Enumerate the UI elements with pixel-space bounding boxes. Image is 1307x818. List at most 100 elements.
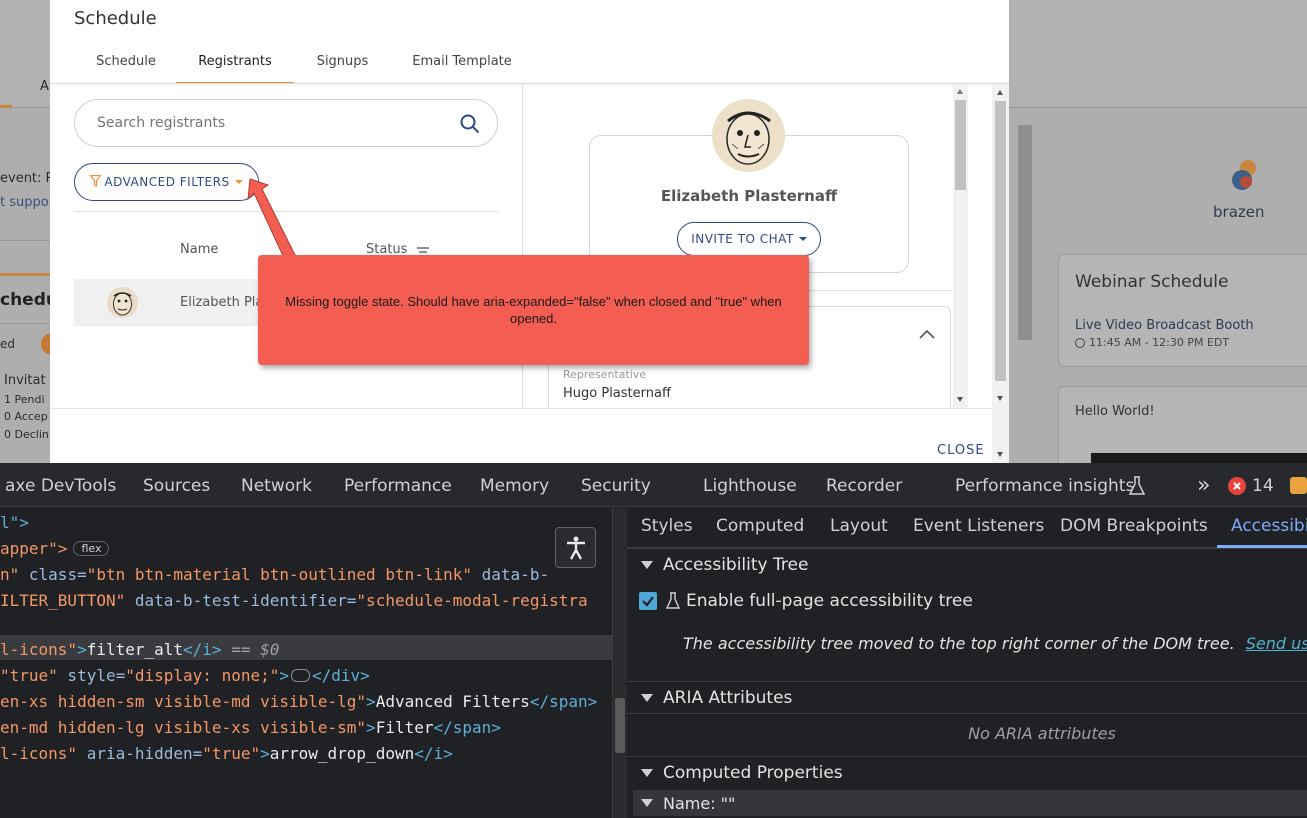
tab-email-template[interactable]: Email Template [404, 54, 520, 84]
accessibility-toggle-button[interactable] [555, 527, 596, 568]
tree-note-text: The accessibility tree moved to the top … [683, 634, 1235, 653]
rep-label: Representative [563, 368, 647, 381]
card-time-row: 11:45 AM - 12:30 PM EDT [1075, 336, 1229, 349]
tab-styles[interactable]: Styles [641, 516, 693, 536]
divider [0, 240, 50, 241]
code-line[interactable]: "true" style="display: none;"> </div> [0, 666, 370, 685]
flask-icon [665, 592, 681, 615]
code-line[interactable]: l"> [0, 513, 29, 532]
chevron-up-icon[interactable] [919, 326, 935, 344]
section-aria-attributes[interactable]: ARIA Attributes [627, 681, 1307, 713]
rep-name: Hugo Plasternaff [563, 386, 671, 401]
modal-title: Schedule [74, 8, 157, 29]
code-line[interactable]: en-xs hidden-sm visible-md visible-lg">A… [0, 692, 597, 711]
warning-icon[interactable] [1290, 477, 1307, 494]
close-button[interactable]: CLOSE [937, 443, 985, 458]
code-line-selected[interactable]: l-icons">filter_alt</i> == $0 [0, 640, 279, 659]
scroll-down-arrow-icon[interactable] [957, 397, 963, 402]
column-header-name[interactable]: Name [180, 242, 218, 257]
advanced-filters-label: ADVANCED FILTERS [104, 175, 230, 189]
accessibility-icon [565, 536, 587, 565]
triangle-down-icon [641, 799, 653, 807]
panel-scrollbar[interactable] [953, 84, 968, 408]
checkbox-label[interactable]: Enable full-page accessibility tree [686, 591, 973, 611]
tab-label: Schedule [96, 54, 156, 69]
tab-performance[interactable]: Performance [344, 476, 452, 496]
search-input[interactable] [97, 112, 437, 134]
video-thumbnail [1091, 453, 1307, 463]
ellipsis-icon[interactable] [291, 669, 310, 682]
row-name: Elizabeth Pla [180, 295, 264, 310]
backdrop-accent [0, 273, 50, 276]
code-line[interactable]: ILTER_BUTTON" data-b-test-identifier="sc… [0, 591, 588, 610]
tab-axe-devtools[interactable]: axe DevTools [5, 476, 116, 496]
backdrop-text: A [40, 79, 49, 94]
tab-label: Email Template [412, 54, 512, 69]
tab-computed[interactable]: Computed [716, 516, 804, 536]
tab-label: Signups [316, 54, 369, 69]
section-heading: Computed Properties [663, 762, 843, 783]
invite-to-chat-button[interactable]: INVITE TO CHAT [677, 222, 821, 256]
callout-text: Missing toggle state. Should have aria-e… [285, 294, 782, 326]
section-heading: ARIA Attributes [663, 687, 793, 708]
modal-scrollbar[interactable] [992, 84, 1009, 463]
flex-badge[interactable]: flex [73, 541, 110, 556]
profile-avatar [712, 99, 785, 172]
tab-recorder[interactable]: Recorder [826, 476, 902, 496]
backdrop-text: event: R [0, 171, 55, 186]
scroll-up-arrow-icon[interactable] [997, 90, 1003, 95]
tab-schedule[interactable]: Schedule [80, 54, 172, 84]
no-aria-text: No ARIA attributes [968, 724, 1116, 743]
triangle-down-icon [641, 560, 653, 569]
error-count[interactable]: 14 [1252, 476, 1274, 496]
scroll-down-arrow-icon[interactable] [997, 452, 1003, 457]
scrollbar-thumb[interactable] [995, 101, 1006, 381]
section-accessibility-tree[interactable]: Accessibility Tree [627, 548, 1307, 580]
code-line[interactable]: l-icons" aria-hidden="true">arrow_drop_d… [0, 744, 453, 763]
backdrop-scrollbar [1018, 125, 1032, 340]
tab-sources[interactable]: Sources [143, 476, 210, 496]
tab-event-listeners[interactable]: Event Listeners [913, 516, 1044, 536]
advanced-filters-button[interactable]: ADVANCED FILTERS [74, 163, 259, 201]
tab-memory[interactable]: Memory [480, 476, 549, 496]
feedback-link[interactable]: Send us you [1246, 634, 1307, 653]
code-line[interactable]: en-md hidden-lg visible-xs visible-sm">F… [0, 718, 501, 737]
backdrop-text: 1 Pendi [4, 393, 45, 406]
tab-accessibility[interactable]: Accessibil [1231, 516, 1307, 536]
tab-registrants[interactable]: Registrants [176, 54, 294, 84]
search-icon[interactable] [459, 113, 481, 140]
scrollbar-thumb[interactable] [955, 100, 966, 190]
backdrop-text: Invitat [4, 373, 46, 388]
backdrop-link: t suppor [0, 195, 55, 210]
computed-name: Name: "" [663, 793, 736, 813]
section-computed-properties[interactable]: Computed Properties [627, 756, 1307, 788]
scrollbar-thumb[interactable] [615, 698, 625, 753]
footer-divider [50, 408, 992, 409]
clock-icon [1075, 337, 1085, 348]
search-box[interactable] [74, 99, 498, 147]
tab-performance-insights[interactable]: Performance insights [955, 476, 1134, 496]
scroll-down-arrow-icon[interactable] [997, 396, 1003, 401]
divider [627, 713, 1307, 714]
code-line[interactable]: apper"> flex [0, 539, 110, 558]
tab-lighthouse[interactable]: Lighthouse [703, 476, 797, 496]
elements-scrollbar[interactable] [612, 508, 627, 818]
profile-name: Elizabeth Plasternaff [660, 187, 838, 205]
section-heading: Accessibility Tree [663, 554, 809, 575]
card-item: Live Video Broadcast Booth [1075, 318, 1254, 333]
tab-dom-breakpoints[interactable]: DOM Breakpoints [1060, 516, 1208, 536]
code-line[interactable]: n" class="btn btn-material btn-outlined … [0, 565, 549, 584]
filter-icon [89, 174, 103, 190]
caret-down-icon [798, 237, 807, 241]
tab-signups[interactable]: Signups [304, 54, 381, 84]
error-icon[interactable] [1228, 477, 1246, 495]
tab-network[interactable]: Network [241, 476, 312, 496]
tab-layout[interactable]: Layout [830, 516, 888, 536]
enable-tree-checkbox[interactable] [639, 592, 657, 610]
webinar-schedule-card: Webinar Schedule Live Video Broadcast Bo… [1058, 254, 1307, 367]
tab-security[interactable]: Security [581, 476, 651, 496]
computed-name-row[interactable]: Name: "" [633, 790, 1307, 816]
scroll-up-arrow-icon[interactable] [957, 89, 963, 94]
more-tabs-icon[interactable]: » [1197, 473, 1210, 498]
backdrop-text: 0 Declin [4, 428, 49, 441]
